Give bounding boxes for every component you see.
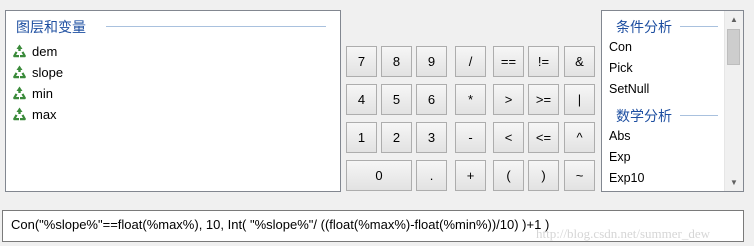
function-item-exp10[interactable]: Exp10 bbox=[602, 168, 724, 189]
math-group-divider bbox=[680, 115, 718, 116]
key-and[interactable]: & bbox=[564, 46, 595, 77]
key-less[interactable]: < bbox=[493, 122, 524, 153]
key-2[interactable]: 2 bbox=[381, 122, 412, 153]
math-group-header: 数学分析 bbox=[602, 100, 724, 126]
layer-list: dem slope min max bbox=[11, 41, 63, 125]
layer-item-max[interactable]: max bbox=[11, 104, 63, 125]
key-greater[interactable]: > bbox=[493, 84, 524, 115]
key-open-paren[interactable]: ( bbox=[493, 160, 524, 191]
key-4[interactable]: 4 bbox=[346, 84, 377, 115]
scrollbar-thumb[interactable] bbox=[727, 29, 740, 65]
layer-label: max bbox=[32, 107, 57, 122]
layer-item-min[interactable]: min bbox=[11, 83, 63, 104]
layer-label: min bbox=[32, 86, 53, 101]
function-item-abs[interactable]: Abs bbox=[602, 126, 724, 147]
scroll-up-arrow-icon[interactable]: ▲ bbox=[725, 11, 743, 28]
conditional-group-divider bbox=[680, 26, 718, 27]
layers-panel-divider bbox=[106, 26, 326, 27]
key-0[interactable]: 0 bbox=[346, 160, 412, 191]
layer-item-slope[interactable]: slope bbox=[11, 62, 63, 83]
key-9[interactable]: 9 bbox=[416, 46, 447, 77]
key-not-equal[interactable]: != bbox=[528, 46, 559, 77]
function-item-con[interactable]: Con bbox=[602, 37, 724, 58]
conditional-group-header: 条件分析 bbox=[602, 11, 724, 37]
functions-scrollbar[interactable]: ▲ ▼ bbox=[724, 11, 743, 191]
layer-item-dem[interactable]: dem bbox=[11, 41, 63, 62]
key-plus[interactable]: + bbox=[455, 160, 486, 191]
recycle-layer-icon bbox=[11, 43, 28, 60]
key-minus[interactable]: - bbox=[455, 122, 486, 153]
expression-input[interactable]: Con("%slope%"==float(%max%), 10, Int( "%… bbox=[2, 210, 744, 242]
key-close-paren[interactable]: ) bbox=[528, 160, 559, 191]
layer-label: dem bbox=[32, 44, 58, 59]
function-item-setnull[interactable]: SetNull bbox=[602, 79, 724, 100]
key-7[interactable]: 7 bbox=[346, 46, 377, 77]
functions-panel: 条件分析 Con Pick SetNull 数学分析 Abs Exp Exp10… bbox=[601, 10, 744, 192]
key-divide[interactable]: / bbox=[455, 46, 486, 77]
key-less-equal[interactable]: <= bbox=[528, 122, 559, 153]
key-6[interactable]: 6 bbox=[416, 84, 447, 115]
key-not[interactable]: ~ bbox=[564, 160, 595, 191]
key-decimal[interactable]: . bbox=[416, 160, 447, 191]
recycle-layer-icon bbox=[11, 85, 28, 102]
layers-panel-title: 图层和变量 bbox=[16, 20, 86, 36]
function-item-exp[interactable]: Exp bbox=[602, 147, 724, 168]
operator-keypad: 7 8 9 / == != & 4 5 6 * > >= | 1 2 3 - <… bbox=[346, 46, 596, 194]
math-group-title: 数学分析 bbox=[616, 109, 672, 125]
key-1[interactable]: 1 bbox=[346, 122, 377, 153]
key-xor[interactable]: ^ bbox=[564, 122, 595, 153]
conditional-group-title: 条件分析 bbox=[616, 20, 672, 36]
key-5[interactable]: 5 bbox=[381, 84, 412, 115]
function-item-pick[interactable]: Pick bbox=[602, 58, 724, 79]
key-greater-equal[interactable]: >= bbox=[528, 84, 559, 115]
key-8[interactable]: 8 bbox=[381, 46, 412, 77]
key-or[interactable]: | bbox=[564, 84, 595, 115]
recycle-layer-icon bbox=[11, 106, 28, 123]
key-equal[interactable]: == bbox=[493, 46, 524, 77]
key-multiply[interactable]: * bbox=[455, 84, 486, 115]
recycle-layer-icon bbox=[11, 64, 28, 81]
layers-panel: 图层和变量 dem slope min max bbox=[5, 10, 341, 192]
scroll-down-arrow-icon[interactable]: ▼ bbox=[725, 174, 743, 191]
key-3[interactable]: 3 bbox=[416, 122, 447, 153]
layer-label: slope bbox=[32, 65, 64, 80]
functions-list: 条件分析 Con Pick SetNull 数学分析 Abs Exp Exp10 bbox=[602, 11, 724, 191]
